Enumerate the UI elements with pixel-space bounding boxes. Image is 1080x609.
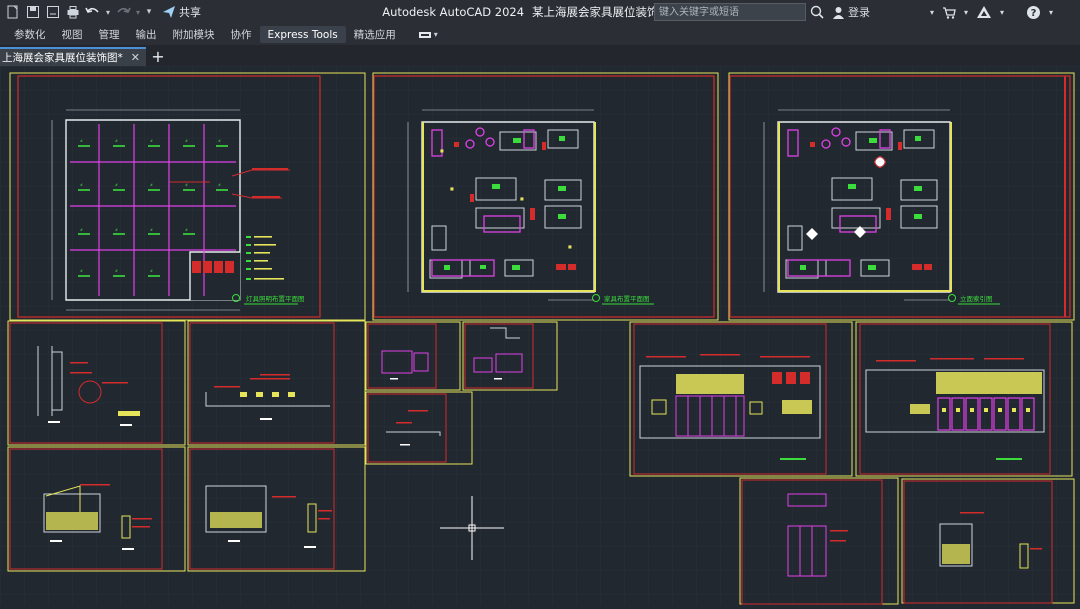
apps-dropdown-icon[interactable]: ▾ [1000, 8, 1004, 17]
login-button[interactable]: 登录 [832, 4, 870, 20]
svg-text:#: # [218, 139, 221, 143]
tab-view[interactable]: 视图 [54, 24, 91, 45]
undo-icon[interactable] [84, 3, 102, 21]
tab-collaborate[interactable]: 协作 [223, 24, 260, 45]
svg-text:■: ■ [520, 196, 524, 201]
redo-dropdown-icon[interactable]: ▾ [134, 3, 142, 21]
document-tab-bar: 上海展会家具展位装饰图* ✕ + [0, 45, 1080, 66]
ribbon-tab-bar: 参数化 视图 管理 输出 附加模块 协作 Express Tools 精选应用 … [0, 24, 1080, 45]
svg-text:#: # [115, 139, 118, 143]
minimize-ribbon-icon [418, 31, 431, 38]
ribbon-dropdown-icon: ▾ [433, 30, 438, 39]
svg-text:■: ■ [450, 186, 454, 191]
svg-text:#: # [185, 183, 188, 187]
svg-text:#: # [80, 183, 83, 187]
svg-text:?: ? [1031, 8, 1037, 19]
undo-dropdown-icon[interactable]: ▾ [104, 3, 112, 21]
svg-text:#: # [115, 269, 118, 273]
ribbon-display-toggle[interactable]: ▾ [418, 30, 438, 40]
share-button[interactable]: 共享 [162, 4, 201, 20]
tab-parametric[interactable]: 参数化 [6, 24, 54, 45]
sheet3-title: 立面索引图 [960, 294, 993, 303]
tab-express-tools[interactable]: Express Tools [259, 26, 346, 43]
cart-icon[interactable] [942, 6, 956, 19]
svg-text:#: # [150, 139, 153, 143]
save-as-icon[interactable] [44, 3, 62, 21]
app-title: Autodesk AutoCAD 2024 [382, 5, 525, 19]
print-icon[interactable] [64, 3, 82, 21]
cart-dropdown-icon[interactable]: ▾ [964, 8, 968, 17]
autodesk-apps-icon[interactable] [976, 5, 992, 19]
share-label: 共享 [179, 6, 201, 19]
svg-text:#: # [185, 139, 188, 143]
login-label: 登录 [848, 6, 870, 19]
tab-addins[interactable]: 附加模块 [165, 24, 223, 45]
save-icon[interactable] [24, 3, 42, 21]
svg-text:#: # [115, 228, 118, 232]
close-icon[interactable]: ✕ [131, 51, 140, 64]
document-tab-label: 上海展会家具展位装饰图* [2, 52, 123, 64]
svg-text:■: ■ [568, 244, 572, 249]
drawing-viewport: # # # # # # # # # # # # # # # # # 灯具照明布置平面图 [0, 66, 1080, 605]
redo-icon[interactable] [114, 3, 132, 21]
svg-text:#: # [150, 183, 153, 187]
customize-toolbar-icon[interactable]: ▾ [144, 3, 154, 21]
svg-text:#: # [115, 183, 118, 187]
svg-text:#: # [218, 183, 221, 187]
quick-access-toolbar: ▾ ▾ ▾ 共享 [0, 0, 201, 24]
new-tab-button[interactable]: + [146, 47, 170, 66]
right-tools: 登录 ▾ ▾ ▾ ? ▾ [810, 0, 1053, 24]
help-icon[interactable]: ? [1026, 5, 1041, 20]
paper-plane-icon [163, 6, 175, 18]
sheet1-title: 灯具照明布置平面图 [246, 294, 305, 303]
help-dropdown-icon[interactable]: ▾ [1049, 8, 1053, 17]
search-input[interactable] [654, 3, 806, 21]
svg-text:#: # [150, 269, 153, 273]
svg-text:#: # [185, 228, 188, 232]
tab-manage[interactable]: 管理 [91, 24, 128, 45]
document-tab[interactable]: 上海展会家具展位装饰图* ✕ [0, 47, 146, 66]
svg-text:■: ■ [440, 148, 444, 153]
user-icon [833, 6, 844, 19]
svg-text:#: # [80, 139, 83, 143]
search-icon[interactable] [810, 5, 824, 19]
login-dropdown-icon[interactable]: ▾ [930, 8, 934, 17]
drawing-canvas[interactable]: # # # # # # # # # # # # # # # # # 灯具照明布置平面图 [0, 66, 1080, 605]
title-bar: ▾ ▾ ▾ 共享 Autodesk AutoCAD 2024 某上海展会家具展位… [0, 0, 1080, 24]
svg-text:#: # [80, 269, 83, 273]
svg-text:#: # [150, 228, 153, 232]
svg-text:#: # [80, 228, 83, 232]
new-file-icon[interactable] [4, 3, 22, 21]
tab-featured-apps[interactable]: 精选应用 [346, 24, 404, 45]
tab-output[interactable]: 输出 [128, 24, 165, 45]
sheet2-title: 家具布置平面图 [604, 294, 650, 303]
